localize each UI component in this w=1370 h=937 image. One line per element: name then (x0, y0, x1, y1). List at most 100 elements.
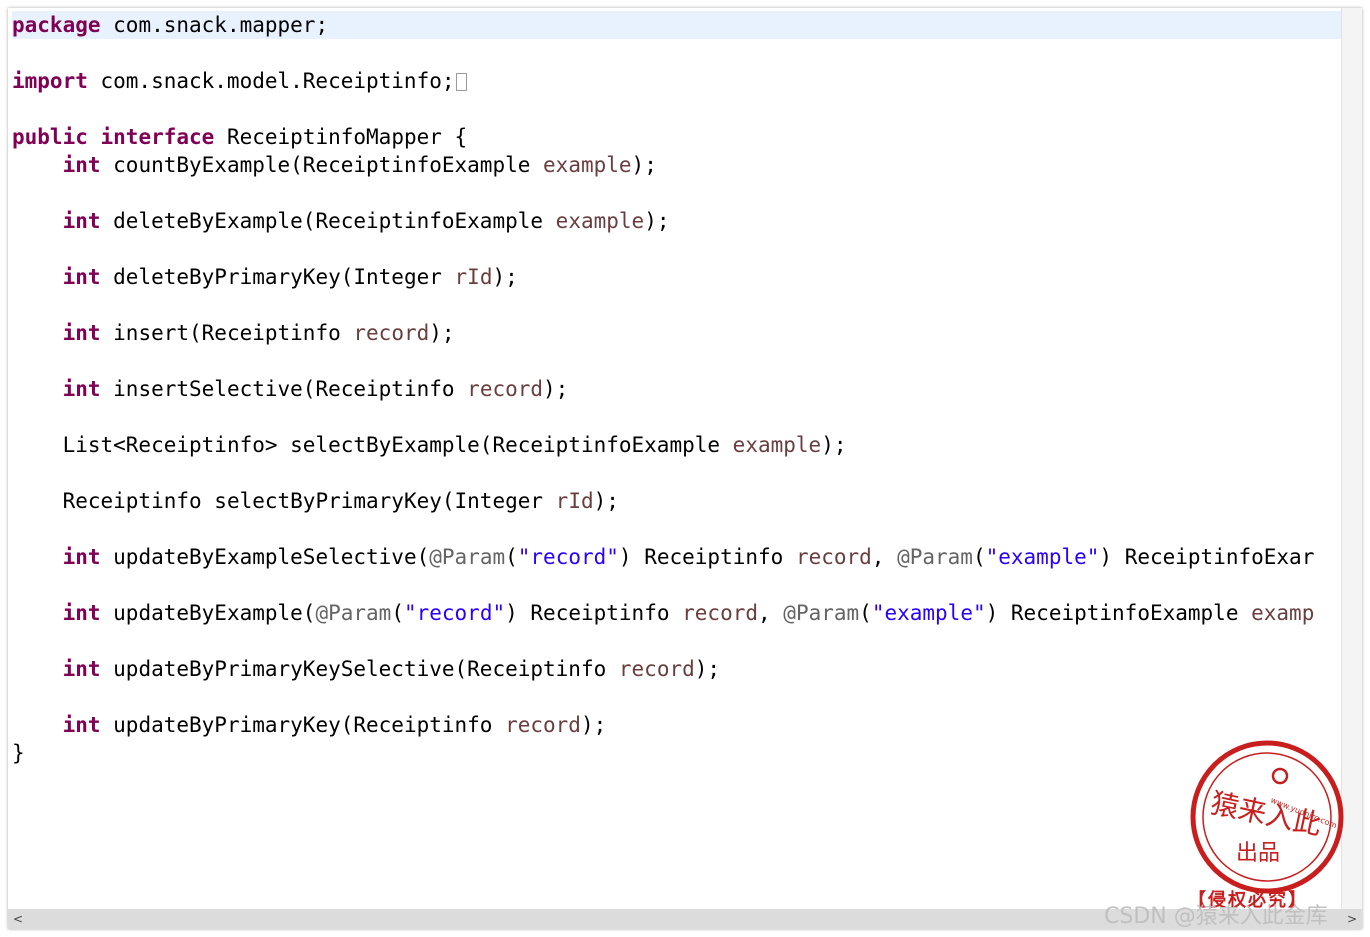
code-token: ) ReceiptinfoExar (1099, 545, 1315, 569)
code-line[interactable]: } (12, 739, 1342, 767)
code-token: List<Receiptinfo> selectByExample(Receip… (62, 433, 733, 457)
code-token: Receiptinfo selectByPrimaryKey(Integer (62, 489, 556, 513)
code-token: ( (505, 545, 518, 569)
keyword-token: int (62, 153, 101, 177)
annotation-token: @Param (783, 601, 860, 625)
code-line[interactable]: package com.snack.mapper; (12, 11, 1342, 39)
code-token: ) Receiptinfo (505, 601, 683, 625)
code-token: insertSelective(Receiptinfo (100, 377, 468, 401)
annotation-token: @Param (315, 601, 392, 625)
code-token: ( (859, 601, 872, 625)
code-line[interactable]: int updateByExampleSelective(@Param("rec… (12, 543, 1342, 571)
code-token: } (12, 741, 25, 765)
string-token: "example" (871, 601, 986, 625)
parameter-token: record (795, 545, 872, 569)
code-line[interactable]: int countByExample(ReceiptinfoExample ex… (12, 151, 1342, 179)
parameter-token: example (555, 209, 645, 233)
parameter-token: record (682, 601, 758, 625)
parameter-token: examp (1251, 601, 1315, 625)
stamp-sub-text: 出品 (1236, 841, 1280, 866)
code-token: ); (694, 657, 721, 681)
code-token: , (758, 601, 784, 625)
parameter-token: record (505, 713, 581, 737)
watermark: CSDN @猿来入此金库 (1104, 904, 1328, 929)
code-token: ) Receiptinfo (618, 545, 796, 569)
code-token: ) ReceiptinfoExample (985, 601, 1252, 625)
keyword-token: interface (100, 125, 215, 149)
code-token: updateByPrimaryKeySelective(Receiptinfo (100, 657, 619, 681)
code-token: ); (821, 433, 847, 457)
annotation-token: @Param (429, 545, 506, 569)
code-editor[interactable]: package com.snack.mapper; import com.snac… (8, 8, 1362, 909)
code-token: updateByExample( (100, 601, 316, 625)
code-token: ); (492, 265, 518, 289)
code-token: com.snack.mapper; (100, 13, 329, 37)
parameter-token: rId (555, 489, 594, 513)
code-token: , (871, 545, 898, 569)
code-token: deleteByPrimaryKey(Integer (100, 265, 455, 289)
code-line[interactable]: int deleteByPrimaryKey(Integer rId); (12, 263, 1342, 291)
code-line[interactable]: int updateByPrimaryKey(Receiptinfo recor… (12, 711, 1342, 739)
code-line[interactable]: int insert(Receiptinfo record); (12, 319, 1342, 347)
annotation-token: @Param (897, 545, 973, 569)
scroll-right-arrow-icon[interactable]: > (1342, 909, 1362, 929)
code-line[interactable]: public interface ReceiptinfoMapper { (12, 123, 1342, 151)
code-token: updateByExampleSelective( (100, 545, 430, 569)
parameter-token: record (467, 377, 544, 401)
code-line[interactable]: List<Receiptinfo> selectByExample(Receip… (12, 431, 1342, 459)
keyword-token: int (62, 713, 101, 737)
code-token: ); (631, 153, 657, 177)
code-line[interactable]: int updateByExample(@Param("record") Rec… (12, 599, 1342, 627)
code-line[interactable]: int updateByPrimaryKeySelective(Receipti… (12, 655, 1342, 683)
string-token: "example" (985, 545, 1100, 569)
scroll-left-arrow-icon[interactable]: < (8, 909, 28, 929)
seal-stamp: www.yudnirc.com 猿来入此 出品 (1190, 740, 1344, 894)
code-token: deleteByExample(ReceiptinfoExample (100, 209, 556, 233)
code-line[interactable]: Receiptinfo selectByPrimaryKey(Integer r… (12, 487, 1342, 515)
parameter-token: example (732, 433, 822, 457)
code-token: ); (429, 321, 455, 345)
code-token: insert(Receiptinfo (100, 321, 354, 345)
code-editor-window: package com.snack.mapper; import com.snac… (8, 8, 1362, 929)
keyword-token: int (62, 377, 101, 401)
keyword-token: package (12, 13, 101, 37)
keyword-token: int (62, 265, 101, 289)
code-token: ); (543, 377, 569, 401)
parameter-token: record (618, 657, 695, 681)
code-token: com.snack.model.Receiptinfo; (87, 69, 455, 93)
code-token: updateByPrimaryKey(Receiptinfo (100, 713, 506, 737)
code-token: ReceiptinfoMapper { (214, 125, 468, 149)
keyword-token: int (62, 321, 101, 345)
keyword-token: int (62, 209, 101, 233)
code-token: ( (972, 545, 986, 569)
code-token: ); (644, 209, 670, 233)
code-token: ); (580, 713, 607, 737)
keyword-token: int (62, 601, 101, 625)
code-token: ); (593, 489, 619, 513)
keyword-token: int (62, 545, 101, 569)
code-line[interactable]: int insertSelective(Receiptinfo record); (12, 375, 1342, 403)
code-token: countByExample(ReceiptinfoExample (100, 153, 544, 177)
code-line[interactable]: import com.snack.model.Receiptinfo; (12, 67, 1342, 95)
parameter-token: example (543, 153, 632, 177)
string-token: "record" (517, 545, 619, 569)
code-line[interactable]: int deleteByExample(ReceiptinfoExample e… (12, 207, 1342, 235)
keyword-token: int (62, 657, 101, 681)
code-token: ( (391, 601, 404, 625)
keyword-token: import (12, 69, 88, 93)
parameter-token: rId (454, 265, 493, 289)
collapsed-imports-icon[interactable] (455, 73, 467, 91)
stamp-main-text: 猿来入此 (1208, 786, 1324, 842)
